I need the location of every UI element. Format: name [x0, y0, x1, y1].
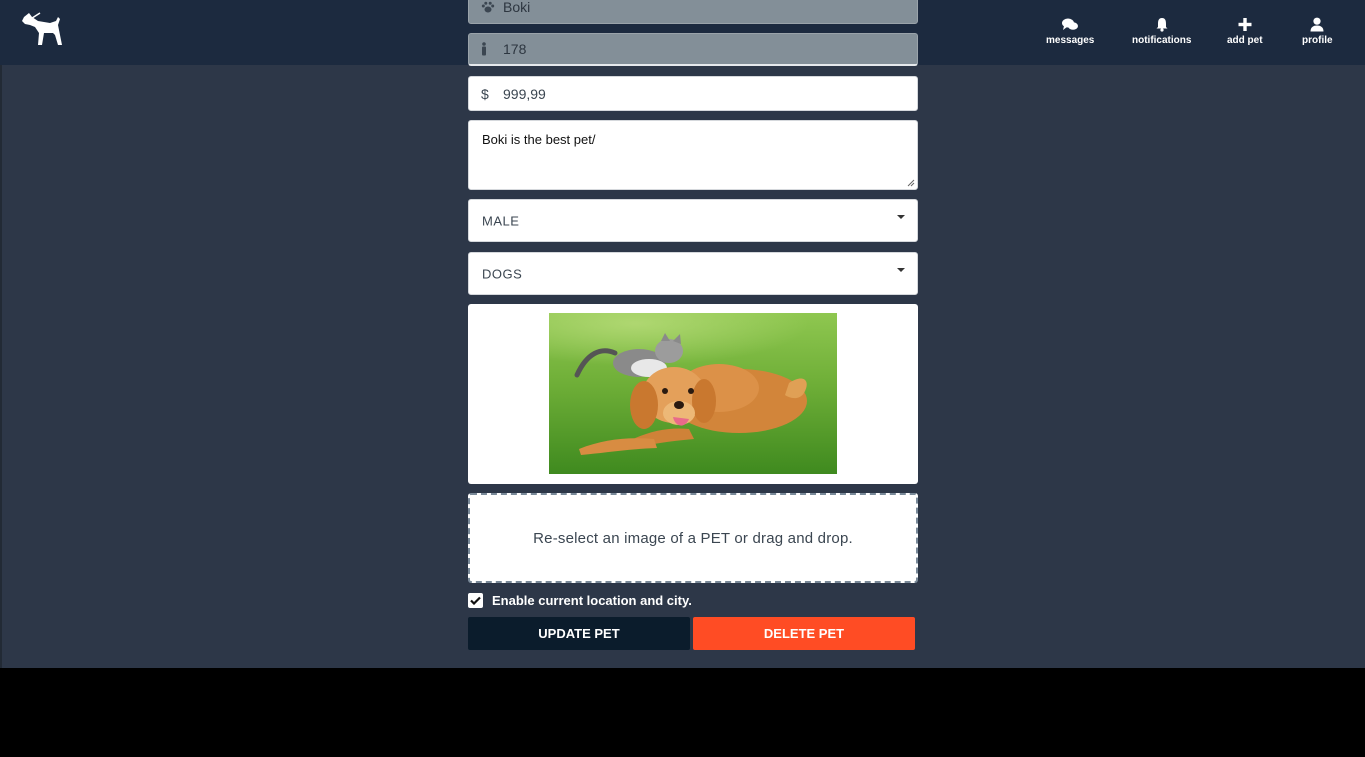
- paw-icon: [481, 1, 495, 13]
- pet-name-field[interactable]: Boki: [468, 0, 918, 24]
- pet-image-preview: [468, 304, 918, 484]
- nav-profile[interactable]: profile: [1302, 17, 1333, 46]
- pet-age-value: 178: [503, 41, 527, 57]
- nav-messages[interactable]: messages: [1046, 17, 1094, 46]
- gender-selected-value: MALE: [482, 213, 520, 228]
- chevron-down-icon: [897, 215, 905, 219]
- app-root: messages notifications add pet profile B…: [0, 0, 1365, 668]
- category-selected-value: DOGS: [482, 266, 523, 281]
- nav-messages-label: messages: [1046, 35, 1095, 46]
- location-checkbox-label: Enable current location and city.: [492, 593, 692, 608]
- nav-add-pet[interactable]: add pet: [1227, 17, 1263, 46]
- pet-age-field[interactable]: 178: [468, 33, 918, 66]
- dollar-icon: $: [481, 85, 489, 102]
- location-checkbox-row[interactable]: Enable current location and city.: [468, 593, 692, 608]
- check-icon: [470, 596, 481, 605]
- location-checkbox[interactable]: [468, 593, 483, 608]
- nav-profile-label: profile: [1302, 35, 1333, 46]
- image-dropzone[interactable]: Re-select an image of a PET or drag and …: [468, 493, 918, 583]
- update-pet-button[interactable]: UPDATE PET: [468, 617, 690, 650]
- nav-notifications-label: notifications: [1132, 35, 1192, 46]
- dropzone-text: Re-select an image of a PET or drag and …: [533, 529, 853, 547]
- pet-name-value: Boki: [503, 0, 531, 15]
- bell-icon: [1156, 18, 1168, 32]
- nav-add-pet-label: add pet: [1227, 35, 1263, 46]
- plus-icon: [1238, 18, 1252, 31]
- resize-handle-icon[interactable]: [907, 179, 915, 187]
- nav-notifications[interactable]: notifications: [1132, 17, 1191, 46]
- user-icon: [1310, 17, 1324, 32]
- dog-icon[interactable]: [20, 11, 64, 47]
- pet-description-input[interactable]: Boki is the best pet/: [468, 120, 918, 190]
- delete-pet-button[interactable]: DELETE PET: [693, 617, 915, 650]
- pet-price-value: 999,99: [503, 85, 546, 102]
- chevron-down-icon: [897, 268, 905, 272]
- pet-price-field[interactable]: $ 999,99: [468, 76, 918, 111]
- category-select[interactable]: DOGS: [468, 252, 918, 295]
- person-icon: [481, 42, 487, 56]
- pet-photo: [549, 313, 837, 474]
- gender-select[interactable]: MALE: [468, 199, 918, 242]
- chat-bubbles-icon: [1062, 18, 1079, 30]
- pet-description-value: Boki is the best pet/: [482, 132, 596, 147]
